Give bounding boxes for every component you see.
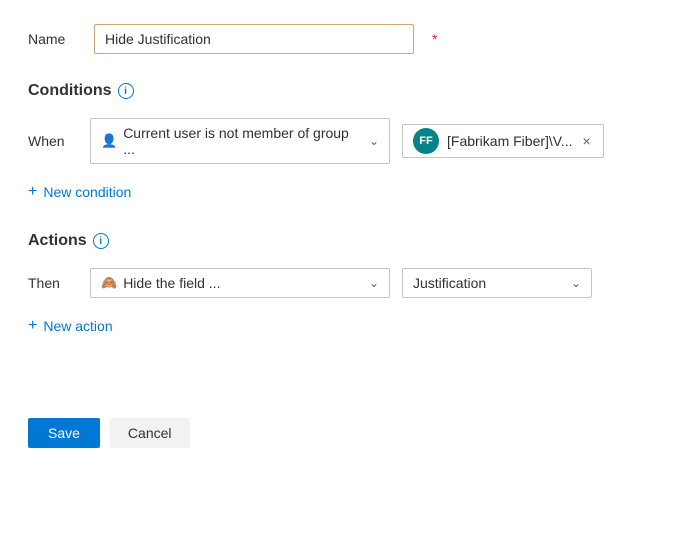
action-dropdown-text: 🙈 Hide the field ...	[101, 275, 363, 291]
conditions-title: Conditions	[28, 82, 112, 100]
action-dropdown[interactable]: 🙈 Hide the field ... ⌄	[90, 268, 390, 298]
actions-header: Actions i	[28, 232, 672, 250]
new-action-label: New action	[43, 318, 112, 334]
action-dropdown-label: Hide the field ...	[123, 275, 220, 291]
cancel-button[interactable]: Cancel	[110, 418, 190, 448]
name-row: Name *	[28, 24, 672, 54]
justification-dropdown[interactable]: Justification ⌄	[402, 268, 592, 298]
name-input[interactable]	[94, 24, 414, 54]
condition-dropdown[interactable]: 👤 Current user is not member of group ..…	[90, 118, 390, 164]
conditions-section: Conditions i When 👤 Current user is not …	[28, 82, 672, 204]
new-condition-label: New condition	[43, 184, 131, 200]
cursor-area	[28, 370, 672, 410]
group-name: [Fabrikam Fiber]\V...	[447, 133, 573, 149]
person-icon: 👤	[101, 133, 117, 149]
ff-avatar: FF	[413, 128, 439, 154]
when-label: When	[28, 133, 78, 149]
new-condition-button[interactable]: + New condition	[28, 180, 672, 204]
then-label: Then	[28, 275, 78, 291]
button-row: Save Cancel	[28, 418, 672, 448]
new-action-button[interactable]: + New action	[28, 314, 672, 338]
action-chevron-icon: ⌄	[369, 276, 379, 290]
hide-field-icon: 🙈	[101, 275, 117, 291]
group-tag: FF [Fabrikam Fiber]\V... ×	[402, 124, 604, 158]
plus-icon: +	[28, 184, 37, 200]
condition-chevron-icon: ⌄	[369, 134, 379, 148]
then-row: Then 🙈 Hide the field ... ⌄ Justificatio…	[28, 268, 672, 298]
group-tag-close-button[interactable]: ×	[581, 134, 593, 148]
required-marker: *	[432, 31, 437, 47]
actions-title: Actions	[28, 232, 87, 250]
name-label: Name	[28, 31, 78, 47]
conditions-header: Conditions i	[28, 82, 672, 100]
conditions-info-icon[interactable]: i	[118, 83, 134, 99]
condition-dropdown-label: Current user is not member of group ...	[123, 125, 363, 157]
when-row: When 👤 Current user is not member of gro…	[28, 118, 672, 164]
condition-dropdown-text: 👤 Current user is not member of group ..…	[101, 125, 363, 157]
save-button[interactable]: Save	[28, 418, 100, 448]
justification-dropdown-label: Justification	[413, 275, 486, 291]
actions-section: Actions i Then 🙈 Hide the field ... ⌄ Ju…	[28, 232, 672, 338]
new-action-plus-icon: +	[28, 318, 37, 334]
actions-info-icon[interactable]: i	[93, 233, 109, 249]
justification-chevron-icon: ⌄	[571, 276, 581, 290]
